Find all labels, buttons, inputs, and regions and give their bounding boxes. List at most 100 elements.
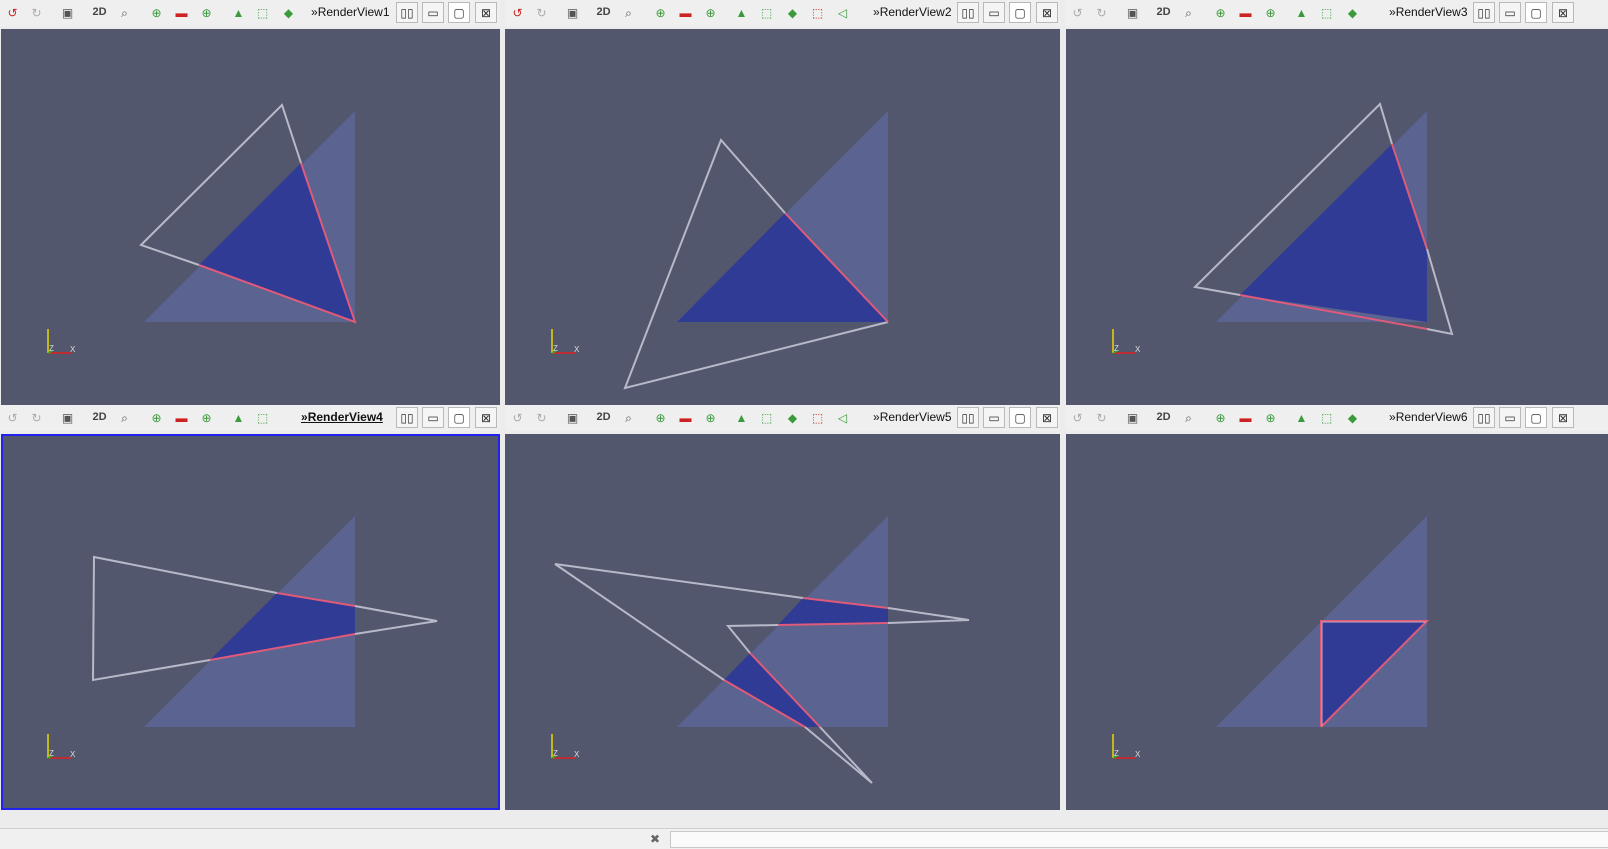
pick-center-icon[interactable]: ⊕ (1210, 2, 1231, 23)
view-title-2[interactable]: »RenderView2 (873, 5, 952, 19)
frustum-select-icon[interactable]: ⬚ (807, 2, 828, 23)
maximize-button[interactable]: ▢ (1009, 407, 1031, 428)
render-view-6[interactable]: Z X (1066, 434, 1608, 810)
split-vertical-button[interactable]: ▭ (983, 2, 1005, 23)
render-view-1[interactable]: Z X (1, 29, 500, 405)
hide-center-icon[interactable]: ▬ (1235, 2, 1256, 23)
mode-2d-button[interactable]: 2D (89, 2, 110, 23)
pick-center-icon[interactable]: ⊕ (650, 2, 671, 23)
select-block-icon[interactable]: ◆ (1342, 407, 1363, 428)
frustum-select-icon[interactable]: ⬚ (807, 407, 828, 428)
mode-2d-button[interactable]: 2D (1153, 2, 1174, 23)
maximize-button[interactable]: ▢ (1009, 2, 1031, 23)
reset-center-icon[interactable]: ⊕ (1260, 2, 1281, 23)
hide-center-icon[interactable]: ▬ (171, 2, 192, 23)
split-horizontal-button[interactable]: ▯▯ (1473, 407, 1495, 428)
close-view-button[interactable]: ⊠ (475, 2, 497, 23)
render-view-2[interactable]: Z X (505, 29, 1060, 405)
view-title-5[interactable]: »RenderView5 (873, 410, 952, 424)
reset-camera-icon[interactable]: ↺ (2, 407, 23, 428)
pick-center-icon[interactable]: ⊕ (650, 407, 671, 428)
select-points-icon[interactable]: ⬚ (756, 407, 777, 428)
split-horizontal-button[interactable]: ▯▯ (1473, 2, 1495, 23)
pick-center-icon[interactable]: ⊕ (1210, 407, 1231, 428)
redo-camera-icon[interactable]: ↻ (26, 407, 47, 428)
select-cells-icon[interactable]: ▲ (1291, 2, 1312, 23)
hide-center-icon[interactable]: ▬ (1235, 407, 1256, 428)
select-cells-icon[interactable]: ▲ (731, 2, 752, 23)
split-horizontal-button[interactable]: ▯▯ (396, 2, 418, 23)
capture-icon[interactable]: ▣ (562, 407, 583, 428)
zoom-box-icon[interactable]: ⌕ (1178, 2, 1199, 23)
capture-icon[interactable]: ▣ (1122, 407, 1143, 428)
select-block-icon[interactable]: ◆ (782, 407, 803, 428)
interactive-select-icon[interactable]: ◁ (832, 407, 853, 428)
pick-center-icon[interactable]: ⊕ (146, 2, 167, 23)
reset-camera-icon[interactable]: ↺ (507, 407, 528, 428)
render-view-3[interactable]: Z X (1066, 29, 1608, 405)
hide-center-icon[interactable]: ▬ (171, 407, 192, 428)
hide-center-icon[interactable]: ▬ (675, 407, 696, 428)
hide-center-icon[interactable]: ▬ (675, 2, 696, 23)
reset-camera-icon[interactable]: ↺ (2, 2, 23, 23)
reset-center-icon[interactable]: ⊕ (1260, 407, 1281, 428)
view-title-4[interactable]: »RenderView4 (301, 410, 383, 424)
select-block-icon[interactable]: ◆ (782, 2, 803, 23)
redo-camera-icon[interactable]: ↻ (26, 2, 47, 23)
zoom-box-icon[interactable]: ⌕ (114, 2, 135, 23)
split-vertical-button[interactable]: ▭ (1499, 2, 1521, 23)
split-horizontal-button[interactable]: ▯▯ (957, 407, 979, 428)
select-points-icon[interactable]: ⬚ (1316, 2, 1337, 23)
mode-2d-button[interactable]: 2D (1153, 407, 1174, 428)
zoom-box-icon[interactable]: ⌕ (618, 2, 639, 23)
split-horizontal-button[interactable]: ▯▯ (957, 2, 979, 23)
select-cells-icon[interactable]: ▲ (1291, 407, 1312, 428)
mode-2d-button[interactable]: 2D (89, 407, 110, 428)
reset-center-icon[interactable]: ⊕ (700, 407, 721, 428)
close-view-button[interactable]: ⊠ (1552, 407, 1574, 428)
reset-camera-icon[interactable]: ↺ (507, 2, 528, 23)
redo-camera-icon[interactable]: ↻ (1091, 407, 1112, 428)
close-icon[interactable]: ✖ (650, 832, 660, 846)
select-cells-icon[interactable]: ▲ (731, 407, 752, 428)
reset-center-icon[interactable]: ⊕ (196, 2, 217, 23)
select-cells-icon[interactable]: ▲ (228, 407, 249, 428)
capture-icon[interactable]: ▣ (57, 2, 78, 23)
select-points-icon[interactable]: ⬚ (252, 407, 273, 428)
maximize-button[interactable]: ▢ (448, 407, 470, 428)
render-view-5[interactable]: Z X (505, 434, 1060, 810)
close-view-button[interactable]: ⊠ (1552, 2, 1574, 23)
redo-camera-icon[interactable]: ↻ (1091, 2, 1112, 23)
capture-icon[interactable]: ▣ (1122, 2, 1143, 23)
close-view-button[interactable]: ⊠ (475, 407, 497, 428)
view-title-1[interactable]: »RenderView1 (311, 5, 390, 19)
render-view-4[interactable]: Z X (1, 434, 500, 810)
split-horizontal-button[interactable]: ▯▯ (396, 407, 418, 428)
split-vertical-button[interactable]: ▭ (1499, 407, 1521, 428)
select-block-icon[interactable]: ◆ (1342, 2, 1363, 23)
select-points-icon[interactable]: ⬚ (1316, 407, 1337, 428)
split-vertical-button[interactable]: ▭ (422, 2, 444, 23)
reset-camera-icon[interactable]: ↺ (1067, 2, 1088, 23)
zoom-box-icon[interactable]: ⌕ (618, 407, 639, 428)
view-title-6[interactable]: »RenderView6 (1389, 410, 1468, 424)
redo-camera-icon[interactable]: ↻ (531, 2, 552, 23)
maximize-button[interactable]: ▢ (448, 2, 470, 23)
mode-2d-button[interactable]: 2D (593, 407, 614, 428)
pick-center-icon[interactable]: ⊕ (146, 407, 167, 428)
select-points-icon[interactable]: ⬚ (756, 2, 777, 23)
view-title-3[interactable]: »RenderView3 (1389, 5, 1468, 19)
reset-center-icon[interactable]: ⊕ (700, 2, 721, 23)
redo-camera-icon[interactable]: ↻ (531, 407, 552, 428)
zoom-box-icon[interactable]: ⌕ (114, 407, 135, 428)
capture-icon[interactable]: ▣ (562, 2, 583, 23)
close-view-button[interactable]: ⊠ (1036, 2, 1058, 23)
mode-2d-button[interactable]: 2D (593, 2, 614, 23)
select-points-icon[interactable]: ⬚ (252, 2, 273, 23)
maximize-button[interactable]: ▢ (1525, 407, 1547, 428)
interactive-select-icon[interactable]: ◁ (832, 2, 853, 23)
select-cells-icon[interactable]: ▲ (228, 2, 249, 23)
split-vertical-button[interactable]: ▭ (983, 407, 1005, 428)
zoom-box-icon[interactable]: ⌕ (1178, 407, 1199, 428)
reset-center-icon[interactable]: ⊕ (196, 407, 217, 428)
